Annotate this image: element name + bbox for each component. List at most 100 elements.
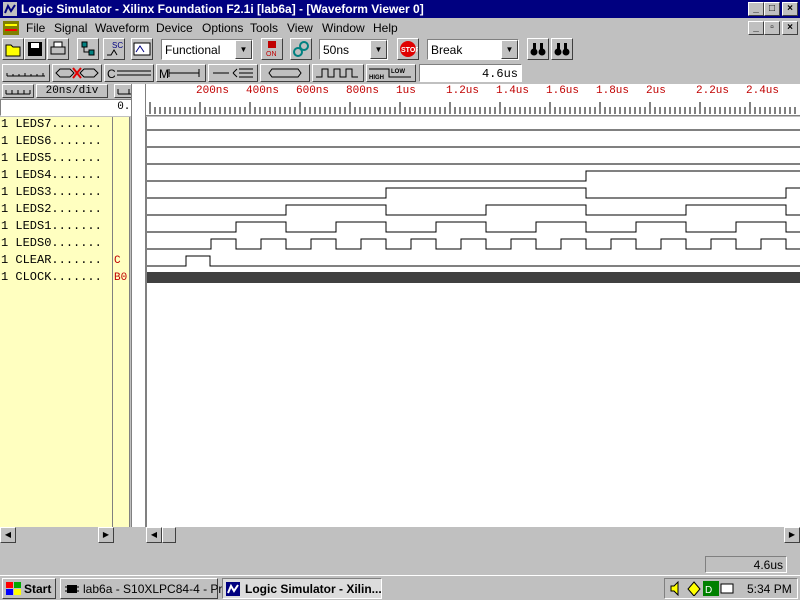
ruler-label: 2us <box>646 85 666 97</box>
signal-prefix: 1 <box>1 219 9 233</box>
names-hscroll[interactable]: ◀ ▶ <box>0 527 131 543</box>
waveform-hscroll[interactable]: ◀ ▶ <box>146 527 800 543</box>
child-close-button[interactable]: × <box>782 21 798 35</box>
menu-window[interactable]: Window <box>322 21 365 35</box>
task-logic-simulator[interactable]: Logic Simulator - Xilin... <box>222 578 382 599</box>
high-low-button[interactable]: HIGH LOW <box>366 64 416 82</box>
signal-row-leds3[interactable]: 1 LEDS3....... <box>1 185 102 202</box>
waveform-area[interactable] <box>146 117 800 527</box>
scroll-left-icon[interactable]: ◀ <box>0 527 16 543</box>
menu-file[interactable]: File <box>26 21 45 35</box>
signal-row-leds1[interactable]: 1 LEDS1....... <box>1 219 102 236</box>
formula-button[interactable] <box>260 64 310 82</box>
signal-row-clock[interactable]: 1 CLOCK....... <box>1 270 102 287</box>
waveform-canvas <box>146 117 800 527</box>
break-select[interactable]: Break ▼ <box>427 39 519 60</box>
start-button[interactable]: Start <box>2 578 56 599</box>
signal-name: LEDS5....... <box>15 151 102 165</box>
ruler-label: 1.6us <box>546 85 580 97</box>
minimize-button[interactable]: _ <box>748 2 764 16</box>
app-icon <box>226 582 240 596</box>
waveform-icon <box>133 42 151 56</box>
close-button[interactable]: × <box>782 2 798 16</box>
menu-waveform[interactable]: Waveform <box>95 21 149 35</box>
chevron-down-icon[interactable]: ▼ <box>501 40 518 59</box>
scroll-right-icon[interactable]: ▶ <box>784 527 800 543</box>
align-button[interactable] <box>208 64 258 82</box>
step-size-select[interactable]: 50ns ▼ <box>319 39 388 60</box>
stimulator-button[interactable]: SC <box>103 38 125 60</box>
delete-signal-button[interactable] <box>52 64 102 82</box>
zoom-in-button[interactable] <box>2 84 34 98</box>
wave-leds1 <box>146 221 800 233</box>
open-button[interactable] <box>2 38 24 60</box>
scroll-thumb[interactable] <box>162 527 176 543</box>
status-time: 4.6us <box>753 558 783 572</box>
scroll-left-icon[interactable]: ◀ <box>146 527 162 543</box>
start-label: Start <box>24 582 52 596</box>
time-display: 4.6us <box>419 64 522 82</box>
signal-name: CLEAR....... <box>15 253 102 267</box>
signal-name: LEDS7....... <box>15 117 102 131</box>
scroll-right-icon[interactable]: ▶ <box>98 527 114 543</box>
wave-leds2 <box>146 204 800 216</box>
stop-button[interactable]: STOP <box>397 38 420 60</box>
chain-icon <box>293 41 309 57</box>
chevron-down-icon[interactable]: ▼ <box>370 40 387 59</box>
link-button[interactable] <box>290 38 312 60</box>
svg-text:HIGH: HIGH <box>369 75 384 81</box>
splitter[interactable] <box>131 84 146 527</box>
bus-button[interactable] <box>2 64 50 82</box>
signal-row-leds2[interactable]: 1 LEDS2....... <box>1 202 102 219</box>
wave-leds4 <box>146 170 800 182</box>
ruler-label: 200ns <box>196 85 230 97</box>
monitor-icon[interactable]: D <box>703 581 719 596</box>
menu-options[interactable]: Options <box>202 21 243 35</box>
menu-view[interactable]: View <box>287 21 313 35</box>
pattern-button[interactable] <box>312 64 364 82</box>
wave-clock <box>146 272 800 283</box>
pattern-icon <box>316 68 358 78</box>
menu-signal[interactable]: Signal <box>54 21 87 35</box>
network-icon[interactable] <box>687 581 701 596</box>
break-value: Break <box>431 43 463 57</box>
high-low-icon: HIGH LOW <box>369 68 411 81</box>
find-button[interactable] <box>527 38 549 60</box>
time-ruler[interactable]: 200ns 400ns 600ns 800ns 1us 1.2us 1.4us … <box>146 84 800 116</box>
signal-row-leds6[interactable]: 1 LEDS6....... <box>1 134 102 151</box>
svg-text:D: D <box>705 585 712 596</box>
menu-help[interactable]: Help <box>373 21 398 35</box>
simulation-mode-select[interactable]: Functional ▼ <box>161 39 253 60</box>
time-display-value: 4.6us <box>481 67 518 81</box>
speaker-icon[interactable] <box>669 581 683 596</box>
clock-signal-button[interactable]: C <box>104 64 154 82</box>
run-on-button[interactable]: ON <box>261 38 283 60</box>
signal-browse-button[interactable] <box>77 38 99 60</box>
task-project-manager[interactable]: lab6a - S10XLPC84-4 - Pro... <box>60 578 239 599</box>
display-settings-icon[interactable] <box>720 581 734 596</box>
formula-icon <box>268 68 302 78</box>
child-minimize-button[interactable]: _ <box>748 21 764 35</box>
task-label: lab6a - S10XLPC84-4 - Pro... <box>83 582 240 596</box>
waveform-button[interactable] <box>131 38 153 60</box>
menu-device[interactable]: Device <box>156 21 193 35</box>
wave-leds0 <box>146 238 800 250</box>
child-restore-button[interactable]: ▫ <box>764 21 780 35</box>
find-next-button[interactable] <box>551 38 573 60</box>
chevron-down-icon[interactable]: ▼ <box>235 40 252 59</box>
task-label: Logic Simulator - Xilin... <box>245 582 382 596</box>
measure-button[interactable]: M <box>156 64 206 82</box>
signal-row-leds0[interactable]: 1 LEDS0....... <box>1 236 102 253</box>
print-button[interactable] <box>47 38 69 60</box>
zoom-ticks-icon <box>5 90 31 95</box>
binoculars-icon <box>554 43 570 56</box>
signal-row-leds4[interactable]: 1 LEDS4....... <box>1 168 102 185</box>
signal-row-clear[interactable]: 1 CLEAR....... <box>1 253 102 270</box>
align-icon <box>213 68 253 78</box>
menu-tools[interactable]: Tools <box>250 21 278 35</box>
signal-row-leds5[interactable]: 1 LEDS5....... <box>1 151 102 168</box>
maximize-button[interactable]: □ <box>764 2 780 16</box>
signal-name: LEDS0....... <box>15 236 102 250</box>
save-button[interactable] <box>24 38 46 60</box>
signal-row-leds7[interactable]: 1 LEDS7....... <box>1 117 102 134</box>
